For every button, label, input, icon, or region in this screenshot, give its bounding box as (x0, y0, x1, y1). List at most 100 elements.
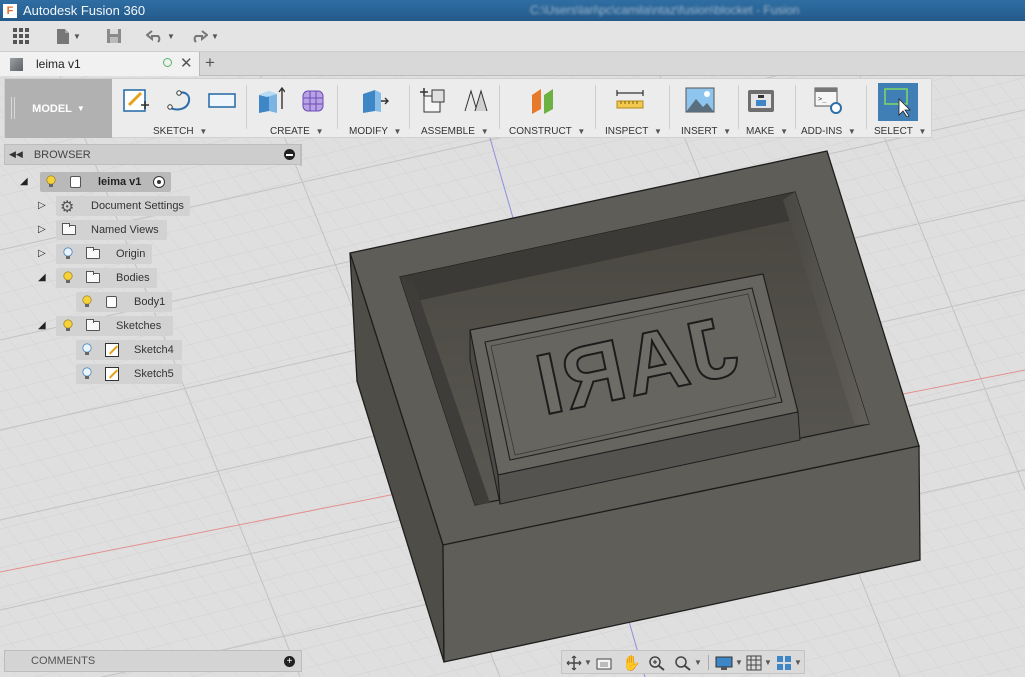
insert-group: INSERT ▼ (675, 81, 735, 137)
expanded-arrow-icon[interactable]: ◢ (38, 272, 50, 284)
tree-item-named-views[interactable]: ▷ Named Views (38, 220, 178, 240)
tree-item-label: Sketch4 (134, 344, 174, 356)
collapsed-arrow-icon[interactable]: ▷ (38, 200, 50, 212)
sketch-icon (105, 343, 119, 357)
make-group-label[interactable]: MAKE ▼ (746, 126, 788, 137)
visibility-bulb-icon[interactable] (46, 175, 56, 188)
assemble-group-label[interactable]: ASSEMBLE ▼ (421, 126, 489, 137)
new-tab-button[interactable]: + (205, 53, 215, 73)
workspace-switcher-button[interactable]: MODEL ▼ (5, 79, 112, 138)
modify-group-label[interactable]: MODIFY ▼ (349, 126, 401, 137)
arc-icon[interactable] (165, 85, 195, 115)
tree-item-bodies[interactable]: ◢ Bodies (38, 268, 168, 288)
chevron-down-icon: ▼ (577, 127, 586, 136)
create-sketch-icon[interactable] (121, 85, 151, 115)
expanded-arrow-icon[interactable]: ◢ (38, 320, 50, 332)
grid-apps-icon (13, 28, 29, 44)
offset-plane-icon[interactable] (529, 85, 559, 115)
zoom-button[interactable] (648, 654, 666, 671)
inspect-group-label[interactable]: INSPECT ▼ (605, 126, 662, 137)
comments-panel[interactable]: COMMENTS + (4, 650, 302, 672)
toolbar-divider (246, 85, 247, 129)
toolbar-divider (409, 85, 410, 129)
sketch-group-label[interactable]: SKETCH ▼ (153, 126, 207, 137)
rectangle-icon[interactable] (207, 85, 237, 115)
toolbar-divider (595, 85, 596, 129)
file-menu-button[interactable]: ▼ (56, 25, 81, 47)
chevron-down-icon: ▼ (76, 104, 85, 113)
orbit-button[interactable]: ▼ (566, 654, 592, 671)
close-icon[interactable]: ✕ (180, 54, 193, 72)
minimize-icon[interactable] (284, 149, 295, 160)
insert-image-icon[interactable] (685, 85, 715, 115)
joint-icon[interactable] (461, 85, 491, 115)
collapsed-arrow-icon[interactable]: ▷ (38, 224, 50, 236)
scripts-icon[interactable]: >_ (813, 85, 843, 115)
undo-button[interactable]: ▼ (146, 25, 175, 47)
form-icon[interactable] (299, 85, 329, 115)
tree-item-label: Named Views (91, 224, 159, 236)
folder-icon (86, 271, 100, 283)
fusion-logo-icon: F (3, 3, 17, 18)
select-group-label[interactable]: SELECT ▼ (874, 126, 926, 137)
navigation-bar: ▼ ✋ ▼ ▼ ▼ ▼ (561, 650, 805, 674)
body-icon (106, 296, 117, 308)
addins-group-label[interactable]: ADD-INS ▼ (801, 126, 856, 137)
viewports-button[interactable]: ▼ (776, 654, 802, 671)
component-icon (70, 176, 81, 188)
save-icon (107, 29, 121, 43)
visibility-bulb-icon[interactable] (82, 367, 92, 380)
expanded-arrow-icon[interactable]: ◢ (20, 176, 32, 188)
visibility-bulb-icon[interactable] (82, 343, 92, 356)
display-settings-button[interactable]: ▼ (715, 654, 743, 671)
look-at-icon (596, 658, 612, 669)
chevron-down-icon: ▼ (584, 658, 592, 667)
pan-button[interactable]: ✋ (622, 654, 641, 672)
sync-status-icon (163, 58, 172, 67)
construct-group-label[interactable]: CONSTRUCT ▼ (509, 126, 585, 137)
chevron-down-icon: ▼ (73, 31, 81, 41)
tree-item-label: Origin (116, 248, 146, 260)
grid-settings-button[interactable]: ▼ (746, 654, 772, 671)
press-pull-icon[interactable] (359, 85, 389, 115)
select-button[interactable] (878, 83, 918, 121)
data-panel-button[interactable] (12, 25, 30, 47)
add-comment-icon[interactable]: + (284, 656, 295, 667)
visibility-bulb-icon[interactable] (63, 247, 73, 260)
redo-button[interactable]: ▼ (190, 25, 219, 47)
look-at-button[interactable] (596, 654, 612, 671)
tree-item-sketch5[interactable]: Sketch5 (76, 364, 186, 384)
collapsed-arrow-icon[interactable]: ▷ (38, 248, 50, 260)
visibility-bulb-icon[interactable] (63, 271, 73, 284)
create-group-label[interactable]: CREATE ▼ (270, 126, 324, 137)
3d-print-icon[interactable] (746, 85, 776, 115)
browser-header: ◀◀ BROWSER (4, 144, 302, 165)
measure-icon[interactable] (615, 85, 645, 115)
tree-root-row[interactable]: ◢ leima v1 (20, 172, 180, 192)
tree-item-document-settings[interactable]: ▷ ⚙ Document Settings (38, 196, 198, 216)
zoom-window-button[interactable]: ▼ (674, 654, 702, 671)
visibility-bulb-icon[interactable] (82, 295, 92, 308)
tree-item-sketch4[interactable]: Sketch4 (76, 340, 186, 360)
ribbon-toolbar: MODEL ▼ SKETCH ▼ CREATE ▼ MODIFY ▼ ASSEM… (4, 78, 932, 138)
document-tab[interactable]: leima v1 ✕ (0, 52, 200, 76)
tree-item-body1[interactable]: Body1 (76, 292, 186, 312)
panel-splitter[interactable] (300, 144, 302, 166)
tree-item-origin[interactable]: ▷ Origin (38, 244, 158, 264)
root-node-label: leima v1 (98, 176, 142, 188)
document-tab-strip: leima v1 ✕ + (0, 52, 1025, 76)
chevron-down-icon: ▼ (764, 658, 772, 667)
insert-group-label[interactable]: INSERT ▼ (681, 126, 731, 137)
extrude-icon[interactable] (255, 85, 285, 115)
undo-icon (146, 30, 161, 43)
visibility-bulb-icon[interactable] (63, 319, 73, 332)
collapse-panel-icon[interactable]: ◀◀ (9, 149, 23, 160)
zoom-window-icon (675, 655, 691, 671)
tree-item-sketches[interactable]: ◢ Sketches (38, 316, 178, 336)
activate-radio-icon[interactable] (153, 176, 165, 188)
drag-handle-icon[interactable] (11, 97, 15, 119)
chevron-down-icon: ▼ (315, 127, 324, 136)
save-button[interactable] (106, 25, 122, 47)
workspace-label: MODEL (32, 102, 72, 115)
new-component-icon[interactable] (418, 85, 448, 115)
